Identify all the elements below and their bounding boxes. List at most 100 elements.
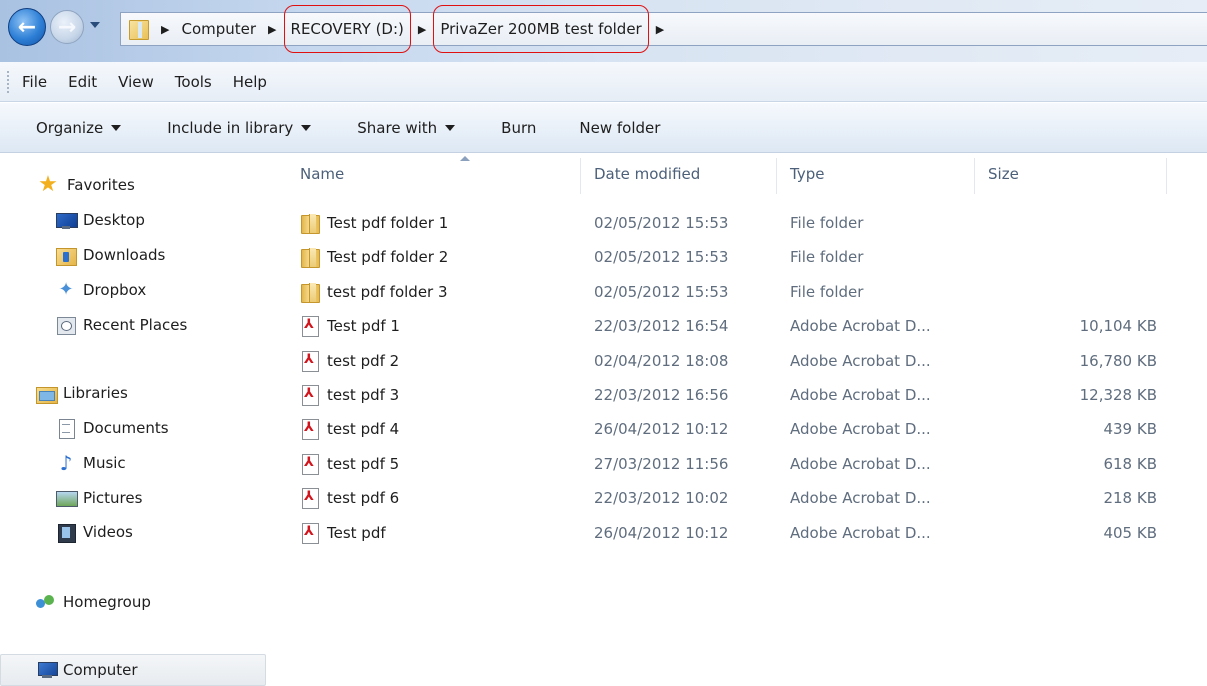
burn-button[interactable]: Burn — [501, 119, 536, 137]
back-arrow-icon: ← — [17, 14, 37, 40]
recent-pages-dropdown[interactable] — [90, 22, 100, 28]
navigation-pane: ★ Favorites Desktop Downloads ✦ Dropbox … — [0, 154, 268, 686]
command-bar: Organize Include in library Share with B… — [0, 103, 1207, 153]
table-row[interactable]: test pdf 2 02/04/2012 18:08 Adobe Acrobat … — [268, 344, 1207, 378]
homegroup-icon — [36, 593, 56, 611]
file-name: test pdf 3 — [327, 386, 400, 404]
menu-file[interactable]: File — [22, 73, 47, 91]
nav-computer[interactable]: Computer — [36, 661, 138, 679]
nav-videos[interactable]: Videos — [56, 523, 133, 543]
nav-homegroup[interactable]: Homegroup — [36, 593, 151, 611]
include-in-library-button[interactable]: Include in library — [167, 119, 312, 137]
menu-view[interactable]: View — [118, 73, 154, 91]
dropbox-icon: ✦ — [58, 279, 74, 300]
new-folder-button[interactable]: New folder — [579, 119, 660, 137]
breadcrumb-separator-icon[interactable]: ▶ — [418, 23, 426, 36]
file-name-cell: test pdf 2 — [300, 344, 399, 378]
file-name-cell: test pdf 6 — [300, 481, 399, 515]
nav-recent-places[interactable]: Recent Places — [56, 316, 187, 335]
file-type: Adobe Acrobat D... — [790, 454, 931, 473]
breadcrumb-separator-icon[interactable]: ▶ — [161, 23, 169, 36]
nav-desktop[interactable]: Desktop — [56, 211, 145, 229]
breadcrumb-recovery-drive[interactable]: RECOVERY (D:) — [283, 5, 411, 53]
share-with-button[interactable]: Share with — [357, 119, 456, 137]
column-divider[interactable] — [776, 158, 777, 194]
pdf-icon — [300, 522, 320, 544]
menu-edit[interactable]: Edit — [68, 73, 97, 91]
file-name: Test pdf folder 1 — [327, 214, 449, 232]
file-type: File folder — [790, 248, 864, 267]
file-name: test pdf 4 — [327, 420, 400, 439]
address-bar[interactable]: ▶ Computer ▶ RECOVERY (D:) ▶ PrivaZer 20… — [120, 5, 1207, 53]
nav-libraries-label: Libraries — [63, 384, 128, 402]
table-row[interactable]: test pdf 5 27/03/2012 11:56 Adobe Acrobat … — [268, 447, 1207, 481]
file-list: Name Date modified Type Size Test pdf fo… — [268, 154, 1207, 686]
table-row[interactable]: test pdf 6 22/03/2012 10:02 Adobe Acrobat … — [268, 481, 1207, 515]
organize-button[interactable]: Organize — [36, 119, 122, 137]
desktop-icon — [56, 211, 78, 229]
folder-icon — [300, 282, 320, 303]
computer-icon — [36, 661, 58, 679]
nav-downloads[interactable]: Downloads — [56, 246, 165, 266]
burn-label: Burn — [501, 118, 537, 137]
back-button[interactable]: ← — [8, 8, 46, 46]
table-row[interactable]: test pdf 4 26/04/2012 10:12 Adobe Acrobat … — [268, 412, 1207, 446]
file-name: test pdf 2 — [327, 351, 400, 370]
nav-dropbox-label: Dropbox — [83, 281, 147, 299]
column-header-date[interactable]: Date modified — [594, 154, 700, 194]
title-bar: ← → ▶ Computer ▶ RECOVERY (D:) ▶ PrivaZe… — [0, 0, 1207, 62]
table-row[interactable]: Test pdf folder 1 02/05/2012 15:53 File fo… — [268, 206, 1207, 240]
file-type: Adobe Acrobat D... — [790, 489, 931, 508]
column-divider[interactable] — [580, 158, 581, 194]
file-type: Adobe Acrobat D... — [790, 317, 931, 336]
file-date: 02/05/2012 15:53 — [594, 214, 729, 232]
forward-button[interactable]: → — [50, 10, 84, 44]
downloads-icon — [56, 246, 77, 266]
folder-icon — [300, 247, 320, 269]
file-name: test pdf 5 — [327, 454, 400, 473]
table-row[interactable]: test pdf folder 3 02/05/2012 15:53 File fo… — [268, 275, 1207, 309]
menu-grip — [7, 71, 10, 93]
pdf-icon — [300, 419, 320, 441]
nav-documents[interactable]: Documents — [56, 419, 169, 439]
nav-favorites-label: Favorites — [67, 176, 135, 194]
file-size: 618 KB — [1103, 454, 1157, 473]
nav-favorites[interactable]: ★ Favorites — [36, 174, 135, 196]
nav-libraries[interactable]: Libraries — [36, 384, 128, 404]
file-date: 27/03/2012 11:56 — [594, 454, 729, 473]
menu-tools[interactable]: Tools — [175, 73, 212, 91]
column-divider[interactable] — [1166, 158, 1167, 194]
file-name: Test pdf — [327, 523, 386, 542]
breadcrumb-separator-icon[interactable]: ▶ — [656, 23, 664, 36]
column-header-name[interactable]: Name — [300, 154, 580, 194]
file-name: Test pdf 1 — [327, 317, 400, 336]
column-header-type[interactable]: Type — [790, 154, 824, 194]
column-divider[interactable] — [974, 158, 975, 194]
column-header-name-label: Name — [300, 165, 345, 183]
nav-music[interactable]: ♪ Music — [56, 453, 126, 473]
breadcrumb-computer[interactable]: Computer — [177, 16, 260, 42]
breadcrumb-test-folder[interactable]: PrivaZer 200MB test folder — [433, 5, 649, 53]
table-row[interactable]: Test pdf 1 22/03/2012 16:54 Adobe Acrobat … — [268, 309, 1207, 343]
file-date: 02/05/2012 15:53 — [594, 248, 729, 267]
nav-pictures[interactable]: Pictures — [56, 489, 142, 507]
column-header-size[interactable]: Size — [988, 154, 1019, 194]
file-size: 10,104 KB — [1079, 317, 1157, 336]
menu-bar: File Edit View Tools Help — [0, 62, 1207, 102]
breadcrumb-separator-icon[interactable]: ▶ — [268, 23, 276, 36]
file-name-cell: Test pdf 1 — [300, 309, 400, 343]
table-row[interactable]: Test pdf 26/04/2012 10:12 Adobe Acrobat D.… — [268, 516, 1207, 550]
nav-dropbox[interactable]: ✦ Dropbox — [56, 279, 147, 300]
file-name-cell: Test pdf — [300, 516, 386, 550]
file-type: Adobe Acrobat D... — [790, 351, 931, 370]
file-date: 22/03/2012 10:02 — [594, 489, 729, 508]
recent-places-icon — [56, 316, 76, 335]
table-row[interactable]: test pdf 3 22/03/2012 16:56 Adobe Acrobat … — [268, 378, 1207, 412]
file-name: test pdf 6 — [327, 489, 400, 508]
pdf-icon — [300, 316, 320, 338]
pdf-icon — [300, 453, 320, 475]
menu-help[interactable]: Help — [233, 73, 267, 91]
file-type: Adobe Acrobat D... — [790, 523, 931, 542]
file-name-cell: test pdf 4 — [300, 412, 399, 446]
table-row[interactable]: Test pdf folder 2 02/05/2012 15:53 File fo… — [268, 240, 1207, 274]
